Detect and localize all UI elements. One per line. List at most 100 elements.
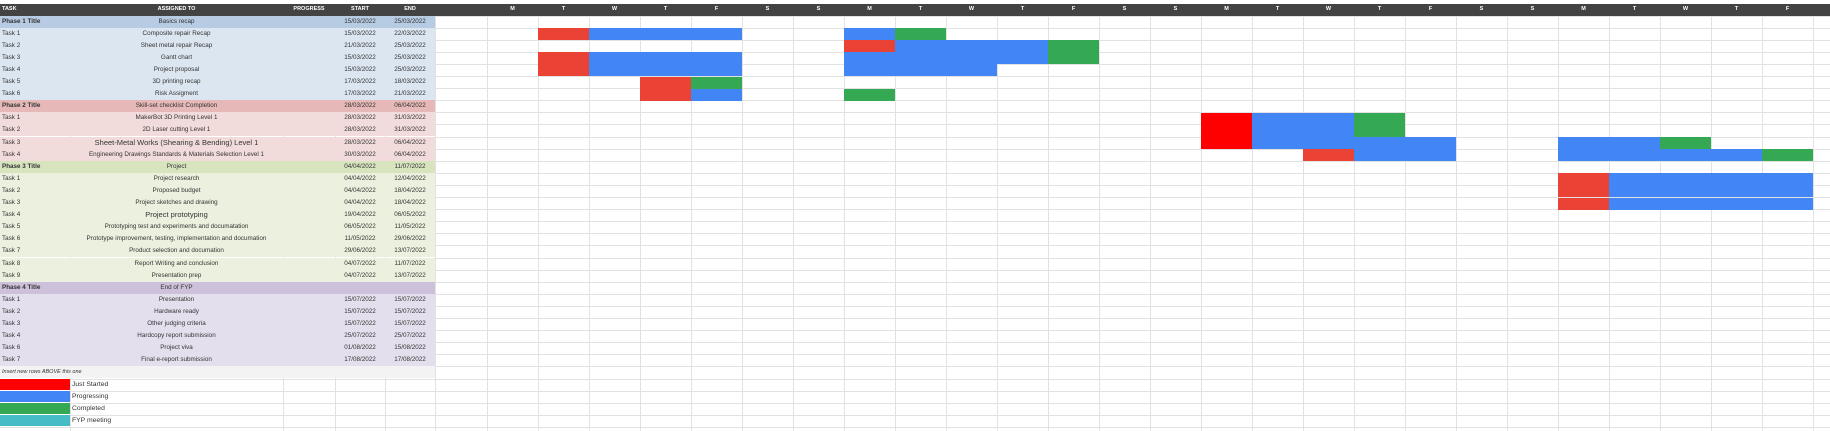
cell-progress[interactable] — [283, 197, 335, 209]
cell-progress[interactable] — [283, 318, 335, 330]
cell-task[interactable]: Phase 3 Title — [0, 161, 70, 173]
gantt-bar[interactable] — [1303, 149, 1354, 162]
cell-task[interactable]: Task 6 — [0, 342, 70, 354]
gantt-bar[interactable] — [844, 64, 997, 77]
cell-start[interactable]: 04/07/2022 — [335, 258, 385, 270]
cell-start[interactable]: 29/06/2022 — [335, 245, 385, 257]
gantt-bar[interactable] — [1048, 52, 1099, 65]
cell-progress[interactable] — [283, 209, 335, 221]
cell-task[interactable]: Task 4 — [0, 330, 70, 342]
cell-assigned[interactable]: Presentation prep — [70, 270, 283, 282]
cell-assigned[interactable]: Other judging criteria — [70, 318, 283, 330]
cell-progress[interactable] — [283, 28, 335, 40]
gantt-bar[interactable] — [589, 28, 742, 41]
cell-end[interactable]: 11/07/2022 — [385, 258, 435, 270]
cell-task[interactable]: Task 2 — [0, 185, 70, 197]
cell-assigned[interactable]: Gantt chart — [70, 52, 283, 64]
gantt-bar[interactable] — [1660, 137, 1711, 150]
gantt-bar[interactable] — [1609, 173, 1813, 186]
cell-task[interactable]: Task 7 — [0, 354, 70, 366]
cell-assigned[interactable]: Project research — [70, 173, 283, 185]
cell-end[interactable]: 25/07/2022 — [385, 330, 435, 342]
cell-assigned[interactable]: Risk Assigment — [70, 88, 283, 100]
cell-end[interactable]: 15/07/2022 — [385, 294, 435, 306]
cell-assigned[interactable]: Project — [70, 161, 283, 173]
cell-start[interactable]: 17/03/2022 — [335, 88, 385, 100]
cell-end[interactable]: 18/04/2022 — [385, 185, 435, 197]
cell-start[interactable]: 17/08/2022 — [335, 354, 385, 366]
cell-task[interactable]: Phase 2 Title — [0, 100, 70, 112]
cell-start[interactable]: 15/07/2022 — [335, 294, 385, 306]
gantt-bar[interactable] — [1558, 149, 1762, 162]
cell-task[interactable]: Task 2 — [0, 40, 70, 52]
cell-start[interactable] — [335, 282, 385, 294]
cell-end[interactable]: 06/05/2022 — [385, 209, 435, 221]
gantt-bar[interactable] — [1558, 185, 1609, 198]
cell-end[interactable]: 13/07/2022 — [385, 270, 435, 282]
cell-task[interactable]: Task 3 — [0, 197, 70, 209]
cell-task[interactable]: Task 8 — [0, 258, 70, 270]
cell-start[interactable]: 15/03/2022 — [335, 64, 385, 76]
cell-progress[interactable] — [283, 40, 335, 52]
cell-progress[interactable] — [283, 306, 335, 318]
cell-assigned[interactable]: Prototyping test and experiments and doc… — [70, 221, 283, 233]
cell-start[interactable]: 04/04/2022 — [335, 197, 385, 209]
cell-end[interactable]: 25/03/2022 — [385, 40, 435, 52]
cell-start[interactable]: 15/07/2022 — [335, 306, 385, 318]
cell-task[interactable]: Task 3 — [0, 318, 70, 330]
cell-start[interactable]: 15/03/2022 — [335, 16, 385, 28]
cell-assigned[interactable]: Sheet metal repair Recap — [70, 40, 283, 52]
cell-progress[interactable] — [283, 270, 335, 282]
cell-progress[interactable] — [283, 149, 335, 161]
cell-task[interactable]: Task 4 — [0, 149, 70, 161]
cell-progress[interactable] — [283, 221, 335, 233]
cell-progress[interactable] — [283, 16, 335, 28]
cell-task[interactable]: Task 1 — [0, 28, 70, 40]
cell-end[interactable]: 12/04/2022 — [385, 173, 435, 185]
cell-progress[interactable] — [283, 173, 335, 185]
cell-start[interactable]: 04/04/2022 — [335, 185, 385, 197]
gantt-bar[interactable] — [1609, 197, 1813, 210]
cell-start[interactable]: 04/04/2022 — [335, 161, 385, 173]
cell-end[interactable]: 15/07/2022 — [385, 318, 435, 330]
cell-progress[interactable] — [283, 342, 335, 354]
cell-assigned[interactable]: Product selection and documation — [70, 245, 283, 257]
cell-progress[interactable] — [283, 124, 335, 136]
cell-start[interactable]: 28/03/2022 — [335, 112, 385, 124]
gantt-bar[interactable] — [1354, 124, 1405, 137]
cell-start[interactable]: 19/04/2022 — [335, 209, 385, 221]
gantt-bar[interactable] — [1609, 185, 1813, 198]
cell-task[interactable]: Task 7 — [0, 245, 70, 257]
cell-assigned[interactable]: Sheet-Metal Works (Shearing & Bending) L… — [70, 137, 283, 149]
cell-task[interactable]: Task 5 — [0, 76, 70, 88]
cell-end[interactable] — [385, 282, 435, 294]
cell-assigned[interactable]: MakerBot 3D Printing Level 1 — [70, 112, 283, 124]
cell-progress[interactable] — [283, 245, 335, 257]
cell-progress[interactable] — [283, 52, 335, 64]
cell-end[interactable]: 11/07/2022 — [385, 161, 435, 173]
gantt-bar[interactable] — [1252, 124, 1354, 137]
gantt-bar[interactable] — [1762, 149, 1813, 162]
cell-start[interactable]: 25/07/2022 — [335, 330, 385, 342]
gantt-bar[interactable] — [538, 28, 589, 41]
cell-start[interactable]: 28/03/2022 — [335, 137, 385, 149]
gantt-bar[interactable] — [691, 76, 742, 89]
cell-assigned[interactable]: Project prototyping — [70, 209, 283, 221]
cell-task[interactable]: Phase 1 Title — [0, 16, 70, 28]
gantt-bar[interactable] — [895, 28, 946, 41]
gantt-bar[interactable] — [1558, 197, 1609, 210]
gantt-bar[interactable] — [538, 64, 589, 77]
gantt-bar[interactable] — [1201, 137, 1252, 150]
cell-start[interactable]: 04/04/2022 — [335, 173, 385, 185]
cell-progress[interactable] — [283, 282, 335, 294]
cell-task[interactable]: Task 6 — [0, 233, 70, 245]
cell-progress[interactable] — [283, 330, 335, 342]
cell-assigned[interactable]: Project viva — [70, 342, 283, 354]
cell-progress[interactable] — [283, 137, 335, 149]
cell-start[interactable]: 15/03/2022 — [335, 52, 385, 64]
gantt-bar[interactable] — [1252, 112, 1354, 125]
cell-assigned[interactable]: Basics recap — [70, 16, 283, 28]
cell-end[interactable]: 18/04/2022 — [385, 197, 435, 209]
cell-assigned[interactable]: Prototype improvement, testing, implemen… — [70, 233, 283, 245]
cell-task[interactable]: Task 3 — [0, 137, 70, 149]
